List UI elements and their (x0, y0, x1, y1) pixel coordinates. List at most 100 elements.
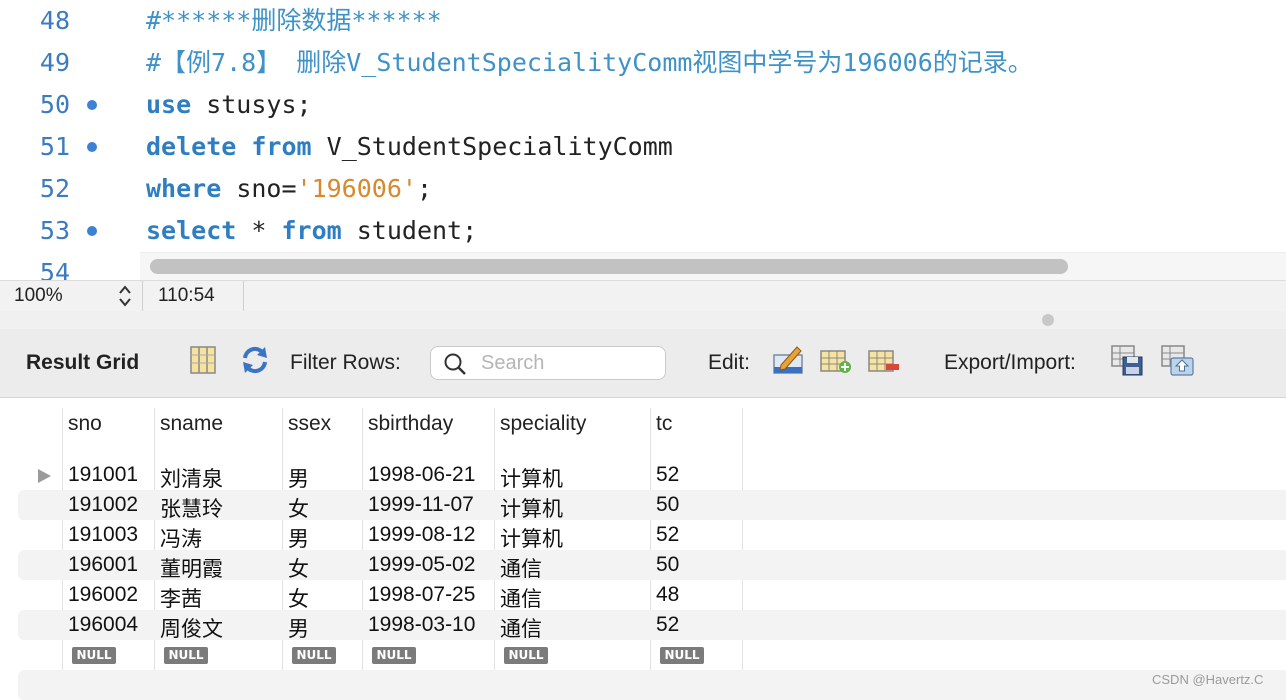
table-row[interactable]: 191002 张慧玲 女 1999-11-07 计算机 50 (0, 490, 1286, 523)
null-badge[interactable]: NULL (292, 647, 336, 664)
cell-ssex[interactable]: 女 (288, 553, 309, 583)
column-header-speciality[interactable]: speciality (500, 412, 586, 436)
editor-scroll-thumb[interactable] (150, 259, 1068, 274)
column-header-sbirthday[interactable]: sbirthday (368, 412, 453, 436)
column-header-tc[interactable]: tc (656, 412, 672, 436)
cell-ssex[interactable]: 女 (288, 493, 309, 523)
code-line[interactable]: 50 use stusys; (0, 84, 1286, 126)
result-grid[interactable]: sno sname ssex sbirthday speciality tc 191001 刘… (0, 398, 1286, 700)
refresh-icon[interactable] (238, 343, 272, 377)
code-line[interactable]: 49 #【例7.8】 删除V_StudentSpecialityComm视图中学号… (0, 42, 1286, 84)
filter-search-box[interactable] (430, 346, 666, 380)
cell-tc[interactable]: 52 (656, 523, 679, 547)
null-badge[interactable]: NULL (372, 647, 416, 664)
cell-sno[interactable]: 196002 (68, 583, 138, 607)
statement-marker-icon[interactable] (87, 226, 97, 236)
cell-tc[interactable]: 52 (656, 463, 679, 487)
code-line[interactable]: 53 select * from student; (0, 210, 1286, 252)
cell-sno[interactable]: 191001 (68, 463, 138, 487)
editor-status-bar: 100% 110:54 (0, 280, 1286, 312)
column-header-sname[interactable]: sname (160, 412, 223, 436)
cell-tc[interactable]: 50 (656, 553, 679, 577)
result-grid-title[interactable]: Result Grid (26, 351, 139, 375)
cell-sname[interactable]: 张慧玲 (160, 493, 223, 523)
cell-sname[interactable]: 李茜 (160, 583, 202, 613)
cell-speciality[interactable]: 通信 (500, 553, 542, 583)
sql-keyword: from (281, 216, 342, 245)
cell-speciality[interactable]: 计算机 (500, 523, 563, 553)
cell-sname[interactable]: 周俊文 (160, 613, 223, 643)
null-badge[interactable]: NULL (72, 647, 116, 664)
panel-splitter[interactable] (0, 311, 1286, 329)
cell-speciality[interactable]: 计算机 (500, 463, 563, 493)
line-number: 53 (39, 216, 70, 245)
sql-keyword: use (146, 90, 192, 119)
table-row[interactable]: 191003 冯涛 男 1999-08-12 计算机 52 (0, 520, 1286, 553)
cell-sno[interactable]: 191002 (68, 493, 138, 517)
cell-sname[interactable]: 董明霞 (160, 553, 223, 583)
code-line[interactable]: 48 #******删除数据****** (0, 0, 1286, 42)
column-header-ssex[interactable]: ssex (288, 412, 331, 436)
statement-marker-icon[interactable] (87, 142, 97, 152)
cell-sno[interactable]: 196004 (68, 613, 138, 637)
cell-sname[interactable]: 冯涛 (160, 523, 202, 553)
cell-ssex[interactable]: 女 (288, 583, 309, 613)
cell-sbirthday[interactable]: 1999-05-02 (368, 553, 475, 577)
add-row-icon[interactable] (818, 343, 852, 377)
table-row[interactable]: 196002 李茜 女 1998-07-25 通信 48 (0, 580, 1286, 613)
edit-row-icon[interactable] (771, 343, 805, 377)
splitter-handle[interactable] (1042, 314, 1054, 326)
null-badge[interactable]: NULL (660, 647, 704, 664)
code-line[interactable]: 51 delete from V_StudentSpecialityComm (0, 126, 1286, 168)
code-line[interactable]: 52 where sno='196006'; (0, 168, 1286, 210)
zoom-stepper-icon[interactable] (116, 283, 134, 309)
delete-row-icon[interactable] (866, 343, 900, 377)
cell-sbirthday[interactable]: 1999-08-12 (368, 523, 475, 547)
new-row[interactable]: NULL NULL NULL NULL NULL NULL (0, 640, 1286, 670)
column-header-sno[interactable]: sno (68, 412, 102, 436)
cell-speciality[interactable]: 通信 (500, 613, 542, 643)
cell-speciality[interactable]: 计算机 (500, 493, 563, 523)
edit-label: Edit: (708, 351, 751, 374)
cell-speciality[interactable]: 通信 (500, 583, 542, 613)
table-row[interactable]: 196001 董明霞 女 1999-05-02 通信 50 (0, 550, 1286, 583)
line-number: 52 (39, 174, 70, 203)
null-badge[interactable]: NULL (164, 647, 208, 664)
export-import-label: Export/Import: (944, 351, 1076, 374)
cell-ssex[interactable]: 男 (288, 523, 309, 553)
editor-horizontal-scrollbar[interactable] (140, 252, 1286, 281)
line-number: 50 (39, 90, 70, 119)
cell-ssex[interactable]: 男 (288, 463, 309, 493)
status-divider (142, 281, 143, 311)
cell-tc[interactable]: 52 (656, 613, 679, 637)
sql-token: * (236, 216, 282, 245)
table-row[interactable]: 191001 刘清泉 男 1998-06-21 计算机 52 (0, 460, 1286, 493)
cell-sbirthday[interactable]: 1998-03-10 (368, 613, 475, 637)
cell-sbirthday[interactable]: 1999-11-07 (368, 493, 474, 517)
code-text: where sno='196006'; (146, 168, 432, 210)
export-save-icon[interactable] (1110, 343, 1144, 377)
cell-tc[interactable]: 50 (656, 493, 679, 517)
import-open-icon[interactable] (1160, 343, 1194, 377)
cell-sbirthday[interactable]: 1998-06-21 (368, 463, 475, 487)
line-number: 48 (39, 6, 70, 35)
code-text: delete from V_StudentSpecialityComm (146, 126, 673, 168)
cell-sname[interactable]: 刘清泉 (160, 463, 223, 493)
result-grid-toolbar: Result Grid Filter Rows: Edit: (0, 329, 1286, 398)
zoom-level[interactable]: 100% (14, 285, 63, 307)
cell-tc[interactable]: 48 (656, 583, 679, 607)
sql-comment: #【例7.8】 删除V_StudentSpecialityComm视图中学号为1… (146, 48, 1033, 77)
table-row[interactable]: 196004 周俊文 男 1998-03-10 通信 52 (0, 610, 1286, 643)
search-input[interactable] (481, 351, 656, 375)
sql-editor[interactable]: 48 #******删除数据****** 49 #【例7.8】 删除V_Student… (0, 0, 1286, 280)
cell-sno[interactable]: 191003 (68, 523, 138, 547)
cell-sno[interactable]: 196001 (68, 553, 138, 577)
statement-marker-icon[interactable] (87, 100, 97, 110)
filter-rows-label: Filter Rows: (290, 351, 401, 374)
form-view-icon[interactable] (186, 343, 220, 377)
null-badge[interactable]: NULL (504, 647, 548, 664)
sql-keyword: from (251, 132, 312, 161)
cell-sbirthday[interactable]: 1998-07-25 (368, 583, 475, 607)
cell-ssex[interactable]: 男 (288, 613, 309, 643)
